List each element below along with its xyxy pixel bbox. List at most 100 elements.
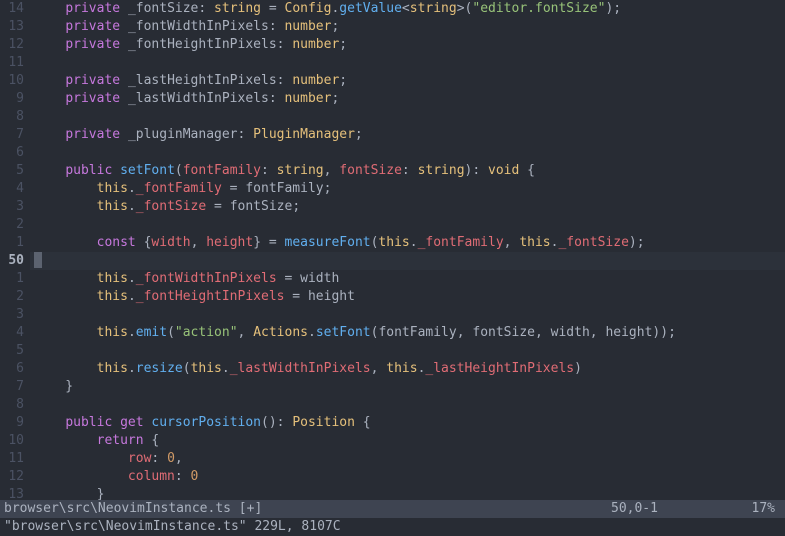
token-prop: _lastWidthInPixels bbox=[230, 361, 371, 376]
line-number: 14 bbox=[0, 0, 24, 18]
token: ( bbox=[183, 361, 191, 376]
token bbox=[34, 181, 97, 196]
code-line[interactable]: private _lastHeightInPixels: number; bbox=[30, 72, 785, 90]
code-line[interactable]: public setFont(fontFamily: string, fontS… bbox=[30, 162, 785, 180]
code-line[interactable]: const {width, height} = measureFont(this… bbox=[30, 234, 785, 252]
line-number: 2 bbox=[0, 216, 24, 234]
code-line[interactable]: this.resize(this._lastWidthInPixels, thi… bbox=[30, 360, 785, 378]
code-line[interactable]: column: 0 bbox=[30, 468, 785, 486]
token-ty: number bbox=[284, 91, 331, 106]
code-line[interactable] bbox=[30, 144, 785, 162]
code-line[interactable]: } bbox=[30, 378, 785, 396]
token-id: _lastWidthInPixels bbox=[128, 91, 269, 106]
token-kw: public bbox=[65, 415, 112, 430]
line-number: 12 bbox=[0, 468, 24, 486]
code-line[interactable]: private _fontWidthInPixels: number; bbox=[30, 18, 785, 36]
line-number: 1 bbox=[0, 270, 24, 288]
token: >( bbox=[457, 1, 473, 16]
token: ) bbox=[574, 361, 582, 376]
command-line-text: "browser\src\NeovimInstance.ts" 229L, 81… bbox=[4, 519, 341, 534]
token: , bbox=[238, 325, 254, 340]
code-line[interactable]: } bbox=[30, 486, 785, 500]
token: , bbox=[191, 235, 207, 250]
token bbox=[120, 127, 128, 142]
editor-window: 1413121110987654321501234567891011121314… bbox=[0, 0, 785, 536]
token: . bbox=[128, 361, 136, 376]
code-line[interactable]: this.emit("action", Actions.setFont(font… bbox=[30, 324, 785, 342]
code-line[interactable]: private _fontHeightInPixels: number; bbox=[30, 36, 785, 54]
token: : bbox=[277, 37, 293, 52]
code-line[interactable]: this._fontWidthInPixels = width bbox=[30, 270, 785, 288]
token: ; bbox=[324, 181, 332, 196]
code-line[interactable] bbox=[30, 342, 785, 360]
token-id: height bbox=[308, 289, 355, 304]
code-line[interactable]: private _pluginManager: PluginManager; bbox=[30, 126, 785, 144]
token-fn: emit bbox=[136, 325, 167, 340]
code-line[interactable] bbox=[30, 252, 785, 270]
code-line[interactable] bbox=[30, 396, 785, 414]
token-fn: setFont bbox=[120, 163, 175, 178]
line-number: 6 bbox=[0, 144, 24, 162]
token-ty: number bbox=[292, 73, 339, 88]
token-ty: string bbox=[410, 1, 457, 16]
token: , bbox=[175, 451, 183, 466]
token-this: this bbox=[97, 361, 128, 376]
token bbox=[34, 235, 97, 250]
token: { bbox=[144, 433, 160, 448]
token: . bbox=[222, 361, 230, 376]
code-line[interactable]: row: 0, bbox=[30, 450, 785, 468]
token-ty: number bbox=[292, 37, 339, 52]
token bbox=[34, 37, 65, 52]
code-line[interactable]: private _fontSize: string = Config.getVa… bbox=[30, 0, 785, 18]
code-line[interactable] bbox=[30, 306, 785, 324]
token-id: fontSize bbox=[472, 325, 535, 340]
line-number: 13 bbox=[0, 18, 24, 36]
token: ); bbox=[605, 1, 621, 16]
token-ty: string bbox=[277, 163, 324, 178]
token-kw: get bbox=[120, 415, 143, 430]
code-line[interactable]: this._fontFamily = fontFamily; bbox=[30, 180, 785, 198]
token-id: width bbox=[300, 271, 339, 286]
token bbox=[120, 73, 128, 88]
token: : bbox=[402, 163, 418, 178]
code-line[interactable] bbox=[30, 54, 785, 72]
token: } bbox=[34, 379, 73, 394]
token: : bbox=[175, 469, 191, 484]
status-cursor-position: 50,0-1 bbox=[611, 500, 731, 518]
line-number: 10 bbox=[0, 432, 24, 450]
line-number: 6 bbox=[0, 360, 24, 378]
token: = bbox=[206, 199, 229, 214]
token: , bbox=[590, 325, 606, 340]
code-line[interactable]: this._fontSize = fontSize; bbox=[30, 198, 785, 216]
code-line[interactable]: this._fontHeightInPixels = height bbox=[30, 288, 785, 306]
token: : bbox=[151, 451, 167, 466]
token: { bbox=[519, 163, 535, 178]
line-number: 3 bbox=[0, 198, 24, 216]
token-fn: resize bbox=[136, 361, 183, 376]
token: ; bbox=[339, 73, 347, 88]
code-line[interactable] bbox=[30, 108, 785, 126]
token-ty: void bbox=[488, 163, 519, 178]
token-kw: return bbox=[97, 433, 144, 448]
token: . bbox=[128, 289, 136, 304]
code-area[interactable]: 1413121110987654321501234567891011121314… bbox=[0, 0, 785, 500]
token-id: width bbox=[551, 325, 590, 340]
token-str: "action" bbox=[175, 325, 238, 340]
code-line[interactable]: private _lastWidthInPixels: number; bbox=[30, 90, 785, 108]
code-line[interactable] bbox=[30, 216, 785, 234]
token-ty: string bbox=[214, 1, 261, 16]
command-line[interactable]: "browser\src\NeovimInstance.ts" 229L, 81… bbox=[0, 518, 785, 536]
line-number: 9 bbox=[0, 414, 24, 432]
line-number: 5 bbox=[0, 342, 24, 360]
token: . bbox=[128, 271, 136, 286]
token bbox=[120, 19, 128, 34]
line-number: 9 bbox=[0, 90, 24, 108]
token-kw: private bbox=[65, 73, 120, 88]
token-kw: private bbox=[65, 91, 120, 106]
token-id: _fontSize bbox=[128, 1, 198, 16]
token-kw: private bbox=[65, 19, 120, 34]
code-line[interactable]: public get cursorPosition(): Position { bbox=[30, 414, 785, 432]
token-id: _fontWidthInPixels bbox=[128, 19, 269, 34]
code-line[interactable]: return { bbox=[30, 432, 785, 450]
code-content[interactable]: private _fontSize: string = Config.getVa… bbox=[30, 0, 785, 500]
